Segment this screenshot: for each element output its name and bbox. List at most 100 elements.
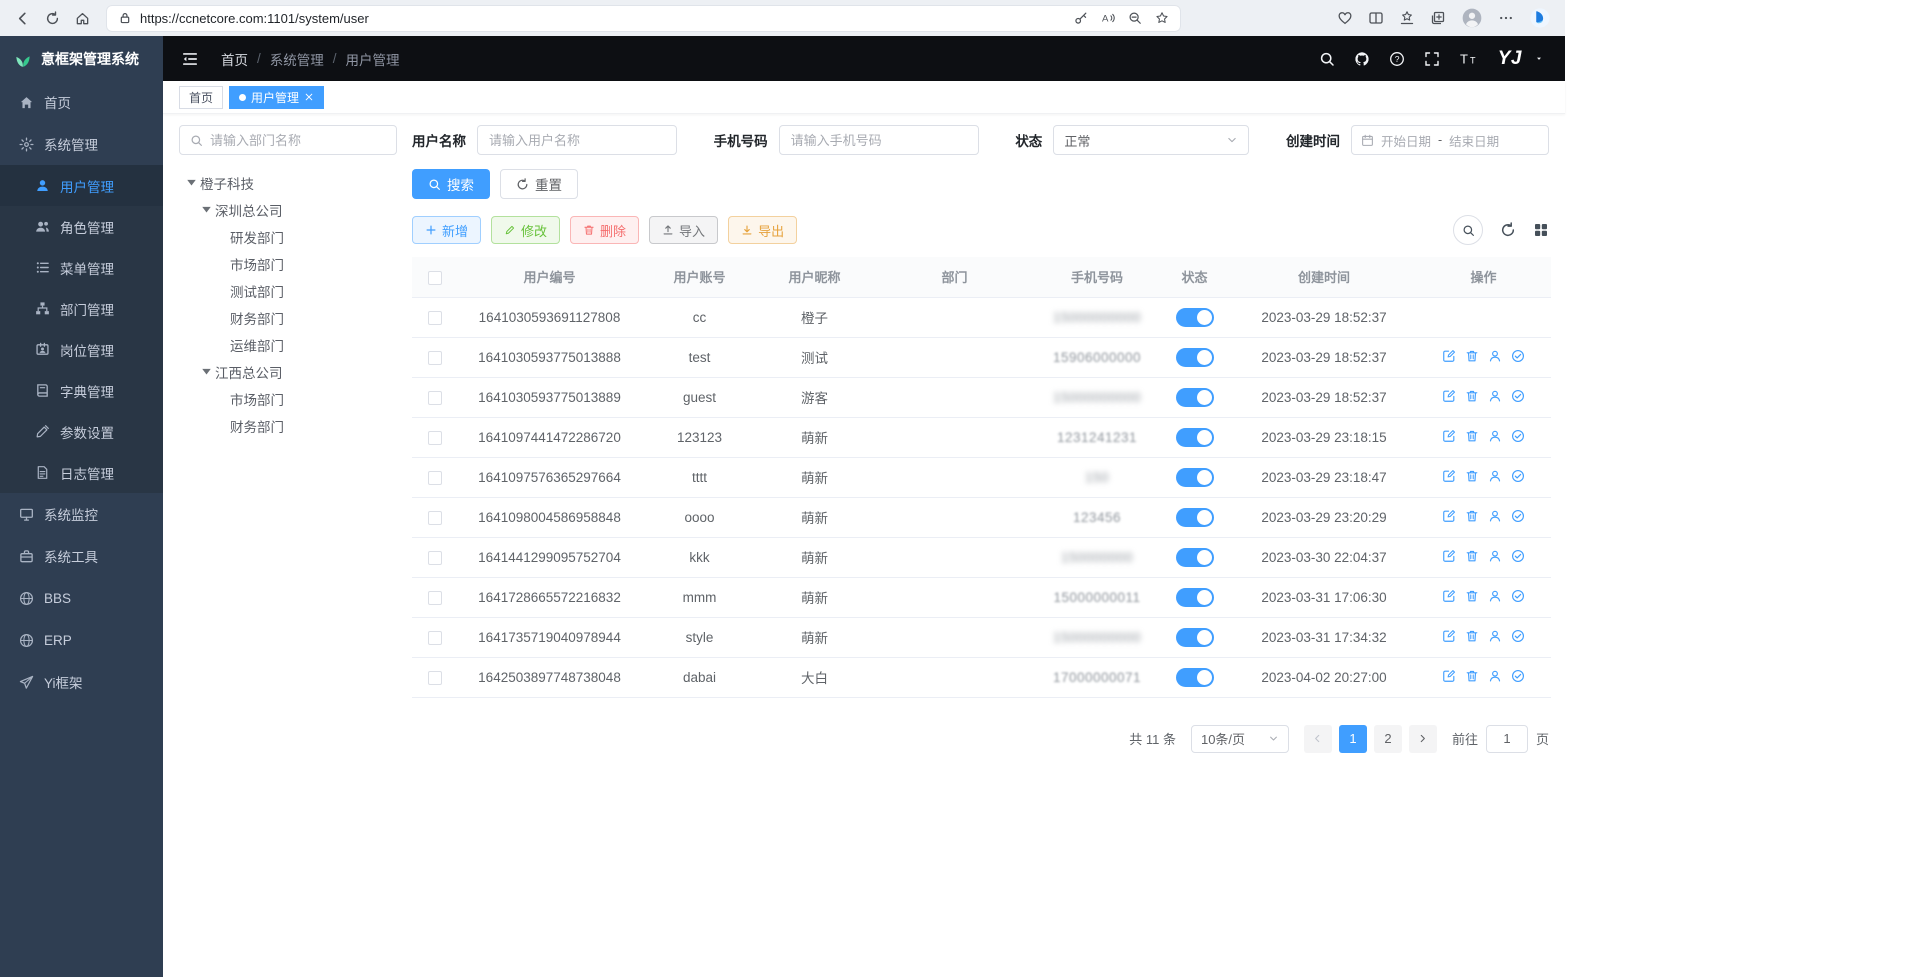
password-key-icon[interactable] (1074, 11, 1088, 25)
row-checkbox[interactable] (428, 311, 442, 325)
tree-node[interactable]: 研发部门 (179, 223, 397, 250)
reset-password-icon[interactable] (1488, 389, 1502, 403)
delete-row-icon[interactable] (1465, 549, 1479, 563)
delete-row-icon[interactable] (1465, 429, 1479, 443)
phone-input[interactable] (779, 125, 979, 155)
delete-row-icon[interactable] (1465, 389, 1479, 403)
reload-button[interactable] (38, 4, 66, 32)
read-aloud-icon[interactable]: A (1101, 11, 1115, 25)
sidebar-item-param[interactable]: 参数设置 (0, 411, 163, 452)
tab-close-icon[interactable] (304, 92, 314, 102)
delete-row-icon[interactable] (1465, 469, 1479, 483)
tree-node[interactable]: 市场部门 (179, 250, 397, 277)
delete-row-icon[interactable] (1465, 349, 1479, 363)
header-search-icon[interactable] (1319, 51, 1335, 67)
assign-role-icon[interactable] (1511, 469, 1525, 483)
page-button-2[interactable]: 2 (1374, 725, 1402, 753)
reset-button[interactable]: 重置 (500, 169, 578, 199)
reset-password-icon[interactable] (1488, 509, 1502, 523)
toggle-search-button[interactable] (1453, 215, 1483, 245)
sidebar-item-dict[interactable]: 字典管理 (0, 370, 163, 411)
assign-role-icon[interactable] (1511, 429, 1525, 443)
sidebar-item-menu[interactable]: 菜单管理 (0, 247, 163, 288)
page-size-select[interactable]: 10条/页 (1191, 725, 1289, 753)
favorites-icon[interactable] (1399, 10, 1415, 26)
row-checkbox[interactable] (428, 431, 442, 445)
edit-row-icon[interactable] (1442, 669, 1456, 683)
reset-password-icon[interactable] (1488, 589, 1502, 603)
assign-role-icon[interactable] (1511, 669, 1525, 683)
edit-row-icon[interactable] (1442, 549, 1456, 563)
edit-row-icon[interactable] (1442, 589, 1456, 603)
assign-role-icon[interactable] (1511, 509, 1525, 523)
reset-password-icon[interactable] (1488, 469, 1502, 483)
sidebar-item-erp[interactable]: ERP (0, 619, 163, 661)
home-button[interactable] (68, 4, 96, 32)
sidebar-item-monitor[interactable]: 系统监控 (0, 493, 163, 535)
user-avatar[interactable]: YJ (1498, 48, 1522, 70)
breadcrumb-item-user[interactable]: 用户管理 (346, 49, 400, 69)
refresh-table-button[interactable] (1500, 222, 1516, 238)
browser-essentials-icon[interactable] (1337, 10, 1353, 26)
reset-password-icon[interactable] (1488, 629, 1502, 643)
split-screen-icon[interactable] (1368, 10, 1384, 26)
delete-row-icon[interactable] (1465, 589, 1479, 603)
more-menu-icon[interactable] (1498, 10, 1514, 26)
edit-row-icon[interactable] (1442, 509, 1456, 523)
row-checkbox[interactable] (428, 351, 442, 365)
assign-role-icon[interactable] (1511, 629, 1525, 643)
row-checkbox[interactable] (428, 391, 442, 405)
export-button[interactable]: 导出 (728, 216, 797, 244)
status-toggle[interactable] (1176, 308, 1214, 327)
fullscreen-icon[interactable] (1424, 51, 1440, 67)
delete-row-icon[interactable] (1465, 629, 1479, 643)
sidebar-item-dept[interactable]: 部门管理 (0, 288, 163, 329)
delete-button[interactable]: 删除 (570, 216, 639, 244)
sidebar-collapse-button[interactable] (181, 50, 199, 68)
breadcrumb-item-home[interactable]: 首页 (221, 49, 248, 69)
delete-row-icon[interactable] (1465, 509, 1479, 523)
row-checkbox[interactable] (428, 671, 442, 685)
tree-node[interactable]: 深圳总公司 (179, 196, 397, 223)
sidebar-item-post[interactable]: 岗位管理 (0, 329, 163, 370)
tree-expand-icon[interactable] (198, 363, 215, 380)
reset-password-icon[interactable] (1488, 429, 1502, 443)
profile-avatar[interactable] (1461, 7, 1483, 29)
assign-role-icon[interactable] (1511, 389, 1525, 403)
status-toggle[interactable] (1176, 428, 1214, 447)
favorite-star-icon[interactable] (1155, 11, 1169, 25)
tree-node[interactable]: 江西总公司 (179, 358, 397, 385)
column-settings-button[interactable] (1533, 222, 1549, 238)
collections-icon[interactable] (1430, 10, 1446, 26)
add-button[interactable]: 新增 (412, 216, 481, 244)
sidebar-item-yiframe[interactable]: Yi框架 (0, 661, 163, 703)
status-toggle[interactable] (1176, 628, 1214, 647)
github-icon[interactable] (1354, 51, 1370, 67)
edit-row-icon[interactable] (1442, 469, 1456, 483)
goto-page-input[interactable] (1486, 725, 1528, 753)
username-input[interactable] (477, 125, 677, 155)
row-checkbox[interactable] (428, 471, 442, 485)
sidebar-item-bbs[interactable]: BBS (0, 577, 163, 619)
date-range-picker[interactable]: 开始日期 - 结束日期 (1351, 125, 1549, 155)
sidebar-item-log[interactable]: 日志管理 (0, 452, 163, 493)
font-size-icon[interactable]: TT (1459, 51, 1479, 67)
status-toggle[interactable] (1176, 668, 1214, 687)
prev-page-button[interactable] (1304, 725, 1332, 753)
sidebar-item-tool[interactable]: 系统工具 (0, 535, 163, 577)
help-icon[interactable]: ? (1389, 51, 1405, 67)
status-toggle[interactable] (1176, 468, 1214, 487)
copilot-icon[interactable] (1529, 7, 1551, 29)
row-checkbox[interactable] (428, 551, 442, 565)
tree-node[interactable]: 橙子科技 (179, 169, 397, 196)
assign-role-icon[interactable] (1511, 549, 1525, 563)
sidebar-item-system[interactable]: 系统管理 (0, 123, 163, 165)
status-toggle[interactable] (1176, 588, 1214, 607)
zoom-out-icon[interactable] (1128, 11, 1142, 25)
tab-user-management[interactable]: 用户管理 (229, 86, 324, 109)
reset-password-icon[interactable] (1488, 349, 1502, 363)
tree-expand-icon[interactable] (198, 201, 215, 218)
import-button[interactable]: 导入 (649, 216, 718, 244)
dept-search-input[interactable] (210, 133, 386, 148)
status-toggle[interactable] (1176, 388, 1214, 407)
